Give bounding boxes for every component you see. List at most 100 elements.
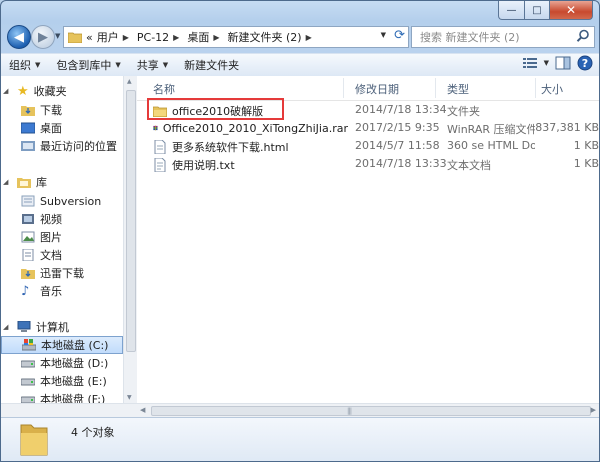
section-label: 收藏夹 — [33, 85, 67, 98]
file-name: 使用说明.txt — [172, 159, 235, 172]
file-row[interactable]: Office2010_2010_XiTongZhiJia.rar 2017/2/… — [149, 119, 599, 136]
view-options-icon[interactable] — [522, 56, 538, 70]
chevron-right-icon[interactable]: ▶ — [306, 33, 312, 42]
column-header-date[interactable]: 修改日期 — [355, 81, 399, 97]
new-folder-button[interactable]: 新建文件夹 — [176, 55, 247, 75]
file-type: 文本文档 — [447, 159, 491, 172]
nav-item-downloads[interactable]: 下载 — [21, 102, 123, 118]
include-in-library-button[interactable]: 包含到库中 ▼ — [48, 55, 128, 75]
breadcrumb-prefix[interactable]: « — [86, 31, 93, 44]
nav-item-pictures[interactable]: 图片 — [21, 229, 123, 245]
nav-item-label: 本地磁盘 (F:) — [40, 393, 106, 403]
nav-scrollbar[interactable]: ▲ ▼ — [123, 76, 137, 403]
nav-item-desktop[interactable]: 桌面 — [21, 120, 123, 136]
scroll-right-icon[interactable]: ▶ — [591, 406, 596, 414]
chevron-right-icon[interactable]: ▶ — [213, 33, 219, 42]
video-icon — [22, 214, 34, 224]
nav-item-label: 本地磁盘 (D:) — [40, 357, 109, 370]
file-date: 2014/5/7 11:58 — [355, 139, 440, 152]
maximize-button[interactable]: □ — [525, 1, 550, 20]
nav-item-drive-d[interactable]: 本地磁盘 (D:) — [21, 355, 123, 371]
refresh-icon[interactable]: ⟳ — [394, 28, 405, 43]
preview-pane-icon[interactable] — [555, 56, 571, 70]
nav-item-label: 迅雷下载 — [40, 267, 84, 280]
chevron-down-icon[interactable]: ◢ — [3, 323, 13, 331]
nav-section-computer[interactable]: ◢ 计算机 — [1, 319, 123, 335]
chevron-down-icon: ▼ — [115, 61, 121, 69]
column-divider[interactable] — [435, 78, 436, 98]
breadcrumb-item-users[interactable]: 用户 ▶ — [97, 29, 133, 45]
drive-icon — [21, 396, 35, 403]
txt-icon — [154, 158, 166, 172]
music-icon: ♪ — [21, 283, 30, 299]
svg-text:?: ? — [582, 57, 588, 70]
file-date: 2017/2/15 9:35 — [355, 121, 440, 134]
button-label: 共享 — [136, 59, 159, 72]
nav-item-documents[interactable]: 文档 — [21, 247, 123, 263]
column-header-name[interactable]: 名称 — [153, 81, 175, 97]
forward-button[interactable]: ▶ — [31, 25, 55, 49]
drive-icon — [21, 378, 35, 386]
view-dropdown-icon[interactable]: ▼ — [544, 59, 549, 67]
desktop-icon — [21, 122, 35, 134]
chevron-down-icon[interactable]: ◢ — [3, 178, 13, 186]
nav-section-libraries[interactable]: ◢ 库 — [1, 174, 123, 190]
file-row[interactable]: 更多系统软件下载.html 2014/5/7 11:58 360 se HTML… — [149, 137, 599, 154]
back-button[interactable]: ◀ — [7, 25, 31, 49]
thunder-download-icon — [21, 269, 35, 279]
address-dropdown[interactable]: ▼ — [381, 31, 386, 39]
search-input[interactable] — [418, 29, 572, 45]
file-type: 360 se HTML Do... — [447, 139, 535, 152]
nav-section-favorites[interactable]: ◢ ★ 收藏夹 — [1, 83, 123, 99]
nav-item-label: 文档 — [40, 249, 62, 262]
column-divider[interactable] — [343, 78, 344, 98]
help-icon[interactable]: ? — [577, 55, 593, 71]
downloads-folder-icon — [21, 106, 35, 116]
organize-button[interactable]: 组织 ▼ — [1, 55, 48, 75]
rar-icon — [153, 125, 158, 131]
section-label: 计算机 — [36, 321, 69, 334]
address-bar[interactable]: « 用户 ▶ PC-12 ▶ 桌面 ▶ 新建文件夹 (2) ▶ ▼ ⟳ — [63, 26, 409, 48]
nav-item-music[interactable]: ♪ 音乐 — [21, 283, 123, 299]
nav-item-drive-c[interactable]: 本地磁盘 (C:) — [1, 336, 123, 354]
nav-item-videos[interactable]: 视频 — [21, 211, 123, 227]
scroll-thumb[interactable] — [126, 90, 136, 352]
navigation-pane: ◢ ★ 收藏夹 下载 桌面 最近访问的位置 ◢ 库 Subversion 视频 — [1, 76, 123, 403]
arrow-left-icon: ◀ — [14, 29, 24, 45]
command-bar: 组织 ▼ 包含到库中 ▼ 共享 ▼ 新建文件夹 ▼ ? — [1, 53, 599, 77]
scroll-left-icon[interactable]: ◀ — [140, 406, 145, 414]
file-type: WinRAR 压缩文件 — [447, 123, 535, 136]
close-button[interactable]: ✕ — [550, 1, 593, 20]
horizontal-scrollbar[interactable]: ◀ ||| ▶ — [137, 403, 599, 418]
nav-item-drive-f[interactable]: 本地磁盘 (F:) — [21, 391, 123, 403]
recent-pages-dropdown[interactable]: ▼ — [55, 32, 60, 40]
search-icon[interactable] — [576, 29, 590, 43]
minimize-button[interactable]: — — [498, 1, 525, 20]
nav-item-drive-e[interactable]: 本地磁盘 (E:) — [21, 373, 123, 389]
file-row[interactable]: 使用说明.txt 2014/7/18 13:33 文本文档 1 KB — [149, 155, 599, 172]
breadcrumb-item-pc[interactable]: PC-12 ▶ — [137, 31, 183, 44]
nav-item-recent-places[interactable]: 最近访问的位置 — [21, 138, 123, 154]
highlight-box — [147, 98, 284, 120]
scroll-up-icon[interactable]: ▲ — [127, 78, 132, 85]
nav-item-label: Subversion — [40, 194, 102, 208]
folder-icon — [20, 424, 48, 456]
nav-item-subversion[interactable]: Subversion — [21, 193, 123, 209]
column-header-size[interactable]: 大小 — [541, 81, 563, 97]
breadcrumb-item-desktop[interactable]: 桌面 ▶ — [187, 29, 223, 45]
chevron-right-icon[interactable]: ▶ — [173, 33, 179, 42]
column-divider[interactable] — [535, 78, 536, 98]
nav-item-thunder-downloads[interactable]: 迅雷下载 — [21, 265, 123, 281]
details-pane: 4 个对象 — [1, 417, 599, 461]
column-header-type[interactable]: 类型 — [447, 81, 469, 97]
breadcrumb-item-current[interactable]: 新建文件夹 (2) ▶ — [227, 29, 315, 45]
nav-item-label: 图片 — [40, 231, 62, 244]
chevron-down-icon: ▼ — [162, 61, 169, 69]
breadcrumb-label: PC-12 — [136, 30, 170, 44]
file-name-cell: 使用说明.txt — [153, 157, 348, 173]
chevron-down-icon[interactable]: ◢ — [3, 87, 13, 95]
chevron-right-icon[interactable]: ▶ — [123, 33, 129, 42]
share-button[interactable]: 共享 ▼ — [129, 55, 176, 75]
scroll-thumb[interactable] — [151, 406, 591, 416]
scroll-down-icon[interactable]: ▼ — [127, 394, 132, 401]
